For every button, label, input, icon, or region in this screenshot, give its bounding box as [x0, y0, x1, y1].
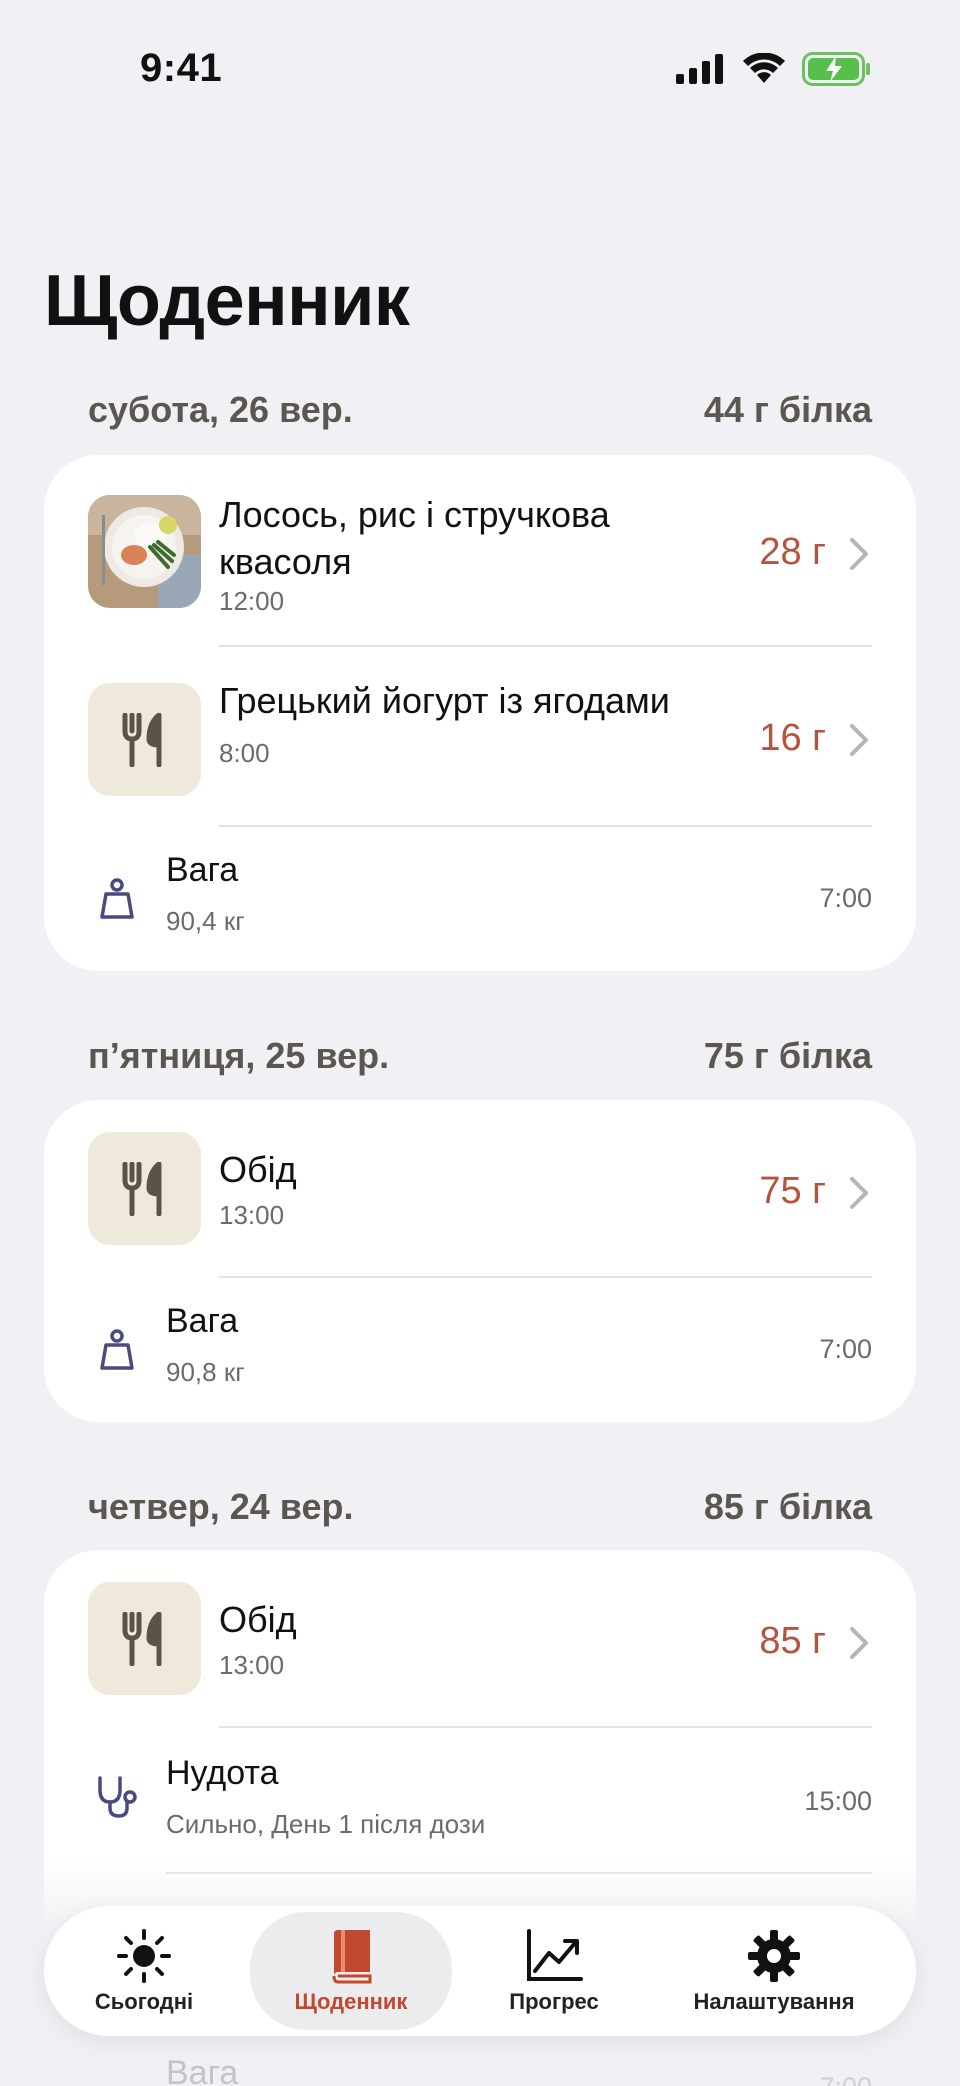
battery-charging-icon — [802, 52, 870, 86]
meal-protein: 28 г — [759, 531, 826, 573]
day-header-friday: п’ятниця, 25 вер. 75 г білка — [88, 1035, 872, 1077]
chevron-right-icon — [850, 724, 868, 756]
meal-title: Обід — [219, 1599, 297, 1640]
log-time: 7:00 — [819, 1334, 872, 1364]
meal-protein: 16 г — [759, 717, 826, 759]
meal-title: Грецький йогурт із ягодами — [219, 680, 670, 721]
day-header-thursday: четвер, 24 вер. 85 г білка — [88, 1486, 872, 1528]
meal-time: 13:00 — [219, 1650, 285, 1680]
day-header-saturday: субота, 26 вер. 44 г білка — [88, 389, 872, 431]
log-value: 90,8 кг — [166, 1357, 245, 1387]
tab-bar: Сьогодні Щоденник Прогрес Налаштування — [44, 1906, 916, 2036]
day-protein-total: 44 г білка — [703, 389, 872, 430]
day-card-friday: Обід 13:00 75 г Вага 90,8 кг 7:00 — [44, 1100, 916, 1422]
day-protein-total: 75 г білка — [703, 1035, 872, 1076]
meal-title: Обід — [219, 1149, 297, 1190]
log-value: Сильно, День 1 після дози — [166, 1809, 486, 1839]
status-time: 9:41 — [140, 46, 223, 90]
tab-settings[interactable]: Налаштування — [674, 1906, 874, 2036]
tab-label: Прогрес — [509, 1989, 599, 2014]
day-date: п’ятниця, 25 вер. — [88, 1035, 390, 1076]
tab-label: Щоденник — [294, 1989, 408, 2014]
tab-progress[interactable]: Прогрес — [464, 1906, 644, 2036]
gear-icon — [745, 1927, 803, 1985]
meal-protein: 85 г — [759, 1620, 826, 1662]
log-title: Нудота — [166, 1754, 279, 1792]
chevron-right-icon — [850, 538, 868, 570]
meal-placeholder — [88, 1132, 201, 1245]
day-date: субота, 26 вер. — [88, 389, 353, 430]
tab-diary[interactable]: Щоденник — [250, 1912, 452, 2030]
day-protein-total: 85 г білка — [703, 1486, 872, 1527]
chart-icon — [525, 1927, 583, 1985]
meal-row-lunch[interactable]: Обід 13:00 85 г — [44, 1550, 916, 1728]
meal-title: Лосось, рис і стручкова квасоля — [219, 494, 610, 582]
log-row-weight[interactable]: Вага 90,8 кг 7:00 — [44, 1278, 916, 1422]
day-card-saturday: Лосось, рис і стручкова квасоля 12:00 28… — [44, 455, 916, 971]
log-time-partial: 7:00 — [819, 2072, 872, 2086]
log-title: Вага — [166, 1302, 239, 1340]
fork-knife-icon — [122, 1611, 161, 1666]
tab-label: Налаштування — [693, 1989, 855, 2014]
status-icons — [676, 52, 872, 86]
wifi-icon — [743, 53, 785, 83]
status-bar: 9:41 — [0, 0, 960, 140]
meal-photo — [88, 495, 201, 608]
meal-time: 8:00 — [219, 738, 270, 768]
meal-row-lunch[interactable]: Обід 13:00 75 г — [44, 1100, 916, 1278]
fork-knife-icon — [122, 712, 161, 767]
tab-today[interactable]: Сьогодні — [54, 1906, 234, 2036]
salmon-plate-photo — [88, 495, 201, 608]
sun-icon — [115, 1927, 173, 1985]
meal-time: 12:00 — [219, 586, 285, 616]
day-date: четвер, 24 вер. — [88, 1486, 354, 1527]
stethoscope-icon — [98, 1776, 137, 1818]
log-time: 15:00 — [804, 1786, 872, 1816]
log-value: 90,4 кг — [166, 906, 245, 936]
meal-time: 13:00 — [219, 1200, 285, 1230]
meal-placeholder — [88, 1582, 201, 1695]
log-title-partial: Вага — [166, 2054, 239, 2086]
chevron-right-icon — [850, 1627, 868, 1659]
log-title: Вага — [166, 851, 239, 889]
scale-weight-icon — [100, 1329, 134, 1370]
tab-label: Сьогодні — [94, 1989, 194, 2014]
scale-weight-icon — [100, 878, 134, 919]
page-title: Щоденник — [44, 261, 410, 341]
log-time: 7:00 — [819, 883, 872, 913]
log-row-weight[interactable]: Вага 90,4 кг 7:00 — [44, 827, 916, 971]
cellular-signal-icon — [676, 54, 723, 84]
fork-knife-icon — [122, 1161, 161, 1216]
meal-protein: 75 г — [759, 1170, 826, 1212]
chevron-right-icon — [850, 1177, 868, 1209]
meal-placeholder — [88, 683, 201, 796]
meal-row-salmon[interactable]: Лосось, рис і стручкова квасоля 12:00 28… — [44, 455, 916, 647]
log-row-nausea[interactable]: Нудота Сильно, День 1 після дози 15:00 — [44, 1728, 916, 1874]
meal-row-yogurt[interactable]: Грецький йогурт із ягодами 8:00 16 г — [44, 647, 916, 827]
book-icon — [322, 1927, 380, 1985]
